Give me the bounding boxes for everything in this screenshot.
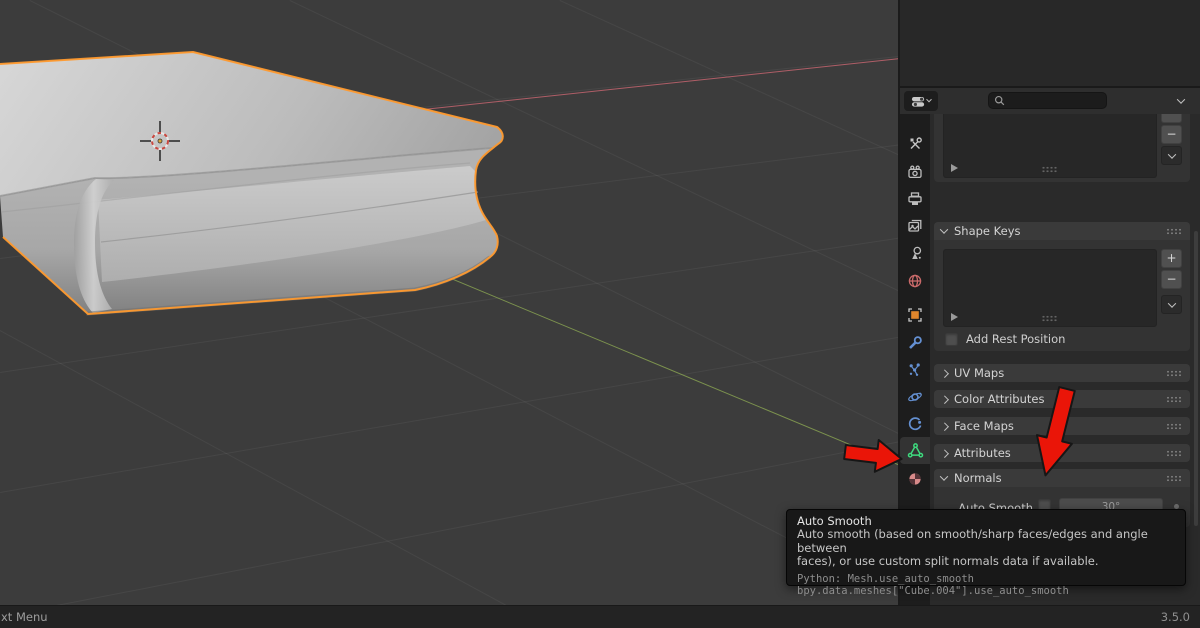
tab-render[interactable] [900, 158, 930, 185]
panel-title: Shape Keys [954, 224, 1021, 238]
remove-item-button[interactable]: − [1161, 125, 1182, 144]
list-box[interactable] [943, 114, 1157, 178]
tab-constraints[interactable] [900, 410, 930, 437]
header-options-dropdown[interactable] [1167, 92, 1195, 110]
shape-keys-header[interactable]: Shape Keys [934, 222, 1190, 240]
list-resize-grip[interactable] [1042, 166, 1059, 173]
tab-particles[interactable] [900, 356, 930, 383]
chevron-down-icon [940, 225, 948, 233]
add-shape-key-button[interactable]: + [1161, 249, 1182, 268]
shape-keys-list[interactable] [943, 249, 1157, 327]
tab-output[interactable] [900, 185, 930, 212]
panel-drag-grip[interactable] [1166, 370, 1183, 377]
auto-smooth-tooltip: Auto Smooth Auto smooth (based on smooth… [786, 509, 1186, 586]
tab-material[interactable] [900, 465, 930, 492]
panel-drag-grip[interactable] [1166, 423, 1183, 430]
panel-shape-keys: Shape Keys + − Add Rest P [934, 222, 1190, 351]
tab-scene[interactable] [900, 239, 930, 266]
panel-title: Face Maps [954, 419, 1014, 433]
tooltip-title: Auto Smooth [797, 514, 1175, 528]
editor-type-button[interactable] [904, 91, 938, 111]
panel-drag-grip[interactable] [1166, 396, 1183, 403]
blender-window: − Shape Keys + [0, 0, 1200, 628]
properties-search[interactable] [988, 92, 1107, 109]
tooltip-python-line: Python: Mesh.use_auto_smooth [797, 573, 1175, 586]
chevron-right-icon [940, 395, 948, 403]
shape-key-specials-button[interactable] [1161, 295, 1182, 314]
attributes-header[interactable]: Attributes [934, 444, 1190, 462]
chevron-down-icon [926, 97, 932, 103]
tab-object-data[interactable] [900, 437, 930, 464]
panel-drag-grip[interactable] [1166, 228, 1183, 235]
tab-physics[interactable] [900, 383, 930, 410]
panel-title: UV Maps [954, 366, 1004, 380]
blender-version: 3.5.0 [1161, 610, 1200, 624]
panel-title: Normals [954, 471, 1002, 485]
panel-uv-maps: UV Maps [934, 364, 1190, 382]
3d-cursor [138, 119, 182, 163]
book-mesh-object[interactable] [0, 0, 900, 605]
color-attributes-header[interactable]: Color Attributes [934, 390, 1190, 408]
panel-drag-grip[interactable] [1166, 475, 1183, 482]
chevron-right-icon [940, 449, 948, 457]
properties-header [900, 88, 1200, 114]
list-expand-icon[interactable] [951, 313, 958, 321]
panel-drag-grip[interactable] [1166, 450, 1183, 457]
tab-tool[interactable] [900, 129, 930, 156]
tooltip-body-line: Auto smooth (based on smooth/sharp faces… [797, 528, 1175, 555]
tooltip-python-line: bpy.data.meshes["Cube.004"].use_auto_smo… [797, 585, 1175, 598]
panel-color-attributes: Color Attributes [934, 390, 1190, 408]
properties-editor-icon [911, 94, 926, 109]
panel-attributes: Attributes [934, 444, 1190, 462]
remove-shape-key-button[interactable]: − [1161, 270, 1182, 289]
chevron-down-icon [1177, 95, 1185, 103]
outliner-area[interactable] [900, 0, 1200, 88]
add-rest-position-label: Add Rest Position [966, 332, 1065, 346]
remove-item-button[interactable] [1161, 114, 1182, 123]
chevron-right-icon [940, 422, 948, 430]
status-bar: xt Menu 3.5.0 [0, 605, 1200, 628]
tab-object[interactable] [900, 301, 930, 328]
chevron-down-icon [1167, 150, 1175, 158]
scrollbar[interactable] [1194, 231, 1198, 526]
panel-vertex-groups-partial: − [934, 114, 1190, 182]
face-maps-header[interactable]: Face Maps [934, 417, 1190, 435]
list-expand-icon[interactable] [951, 164, 958, 172]
panel-title: Attributes [954, 446, 1011, 460]
search-input[interactable] [1009, 94, 1099, 108]
specials-dropdown-button[interactable] [1161, 146, 1182, 165]
status-bar-left-text: xt Menu [0, 610, 48, 624]
chevron-down-icon [940, 472, 948, 480]
search-icon [994, 95, 1005, 106]
tooltip-body-line: faces), or use custom split normals data… [797, 555, 1175, 569]
chevron-down-icon [1167, 299, 1175, 307]
normals-header[interactable]: Normals [934, 469, 1190, 487]
add-rest-position-checkbox[interactable] [945, 333, 958, 346]
panel-title: Color Attributes [954, 392, 1044, 406]
list-resize-grip[interactable] [1042, 315, 1059, 322]
tab-modifiers[interactable] [900, 329, 930, 356]
tab-view-layer[interactable] [900, 212, 930, 239]
uv-maps-header[interactable]: UV Maps [934, 364, 1190, 382]
viewport-3d[interactable] [0, 0, 900, 605]
tab-world[interactable] [900, 267, 930, 294]
chevron-right-icon [940, 369, 948, 377]
panel-face-maps: Face Maps [934, 417, 1190, 435]
